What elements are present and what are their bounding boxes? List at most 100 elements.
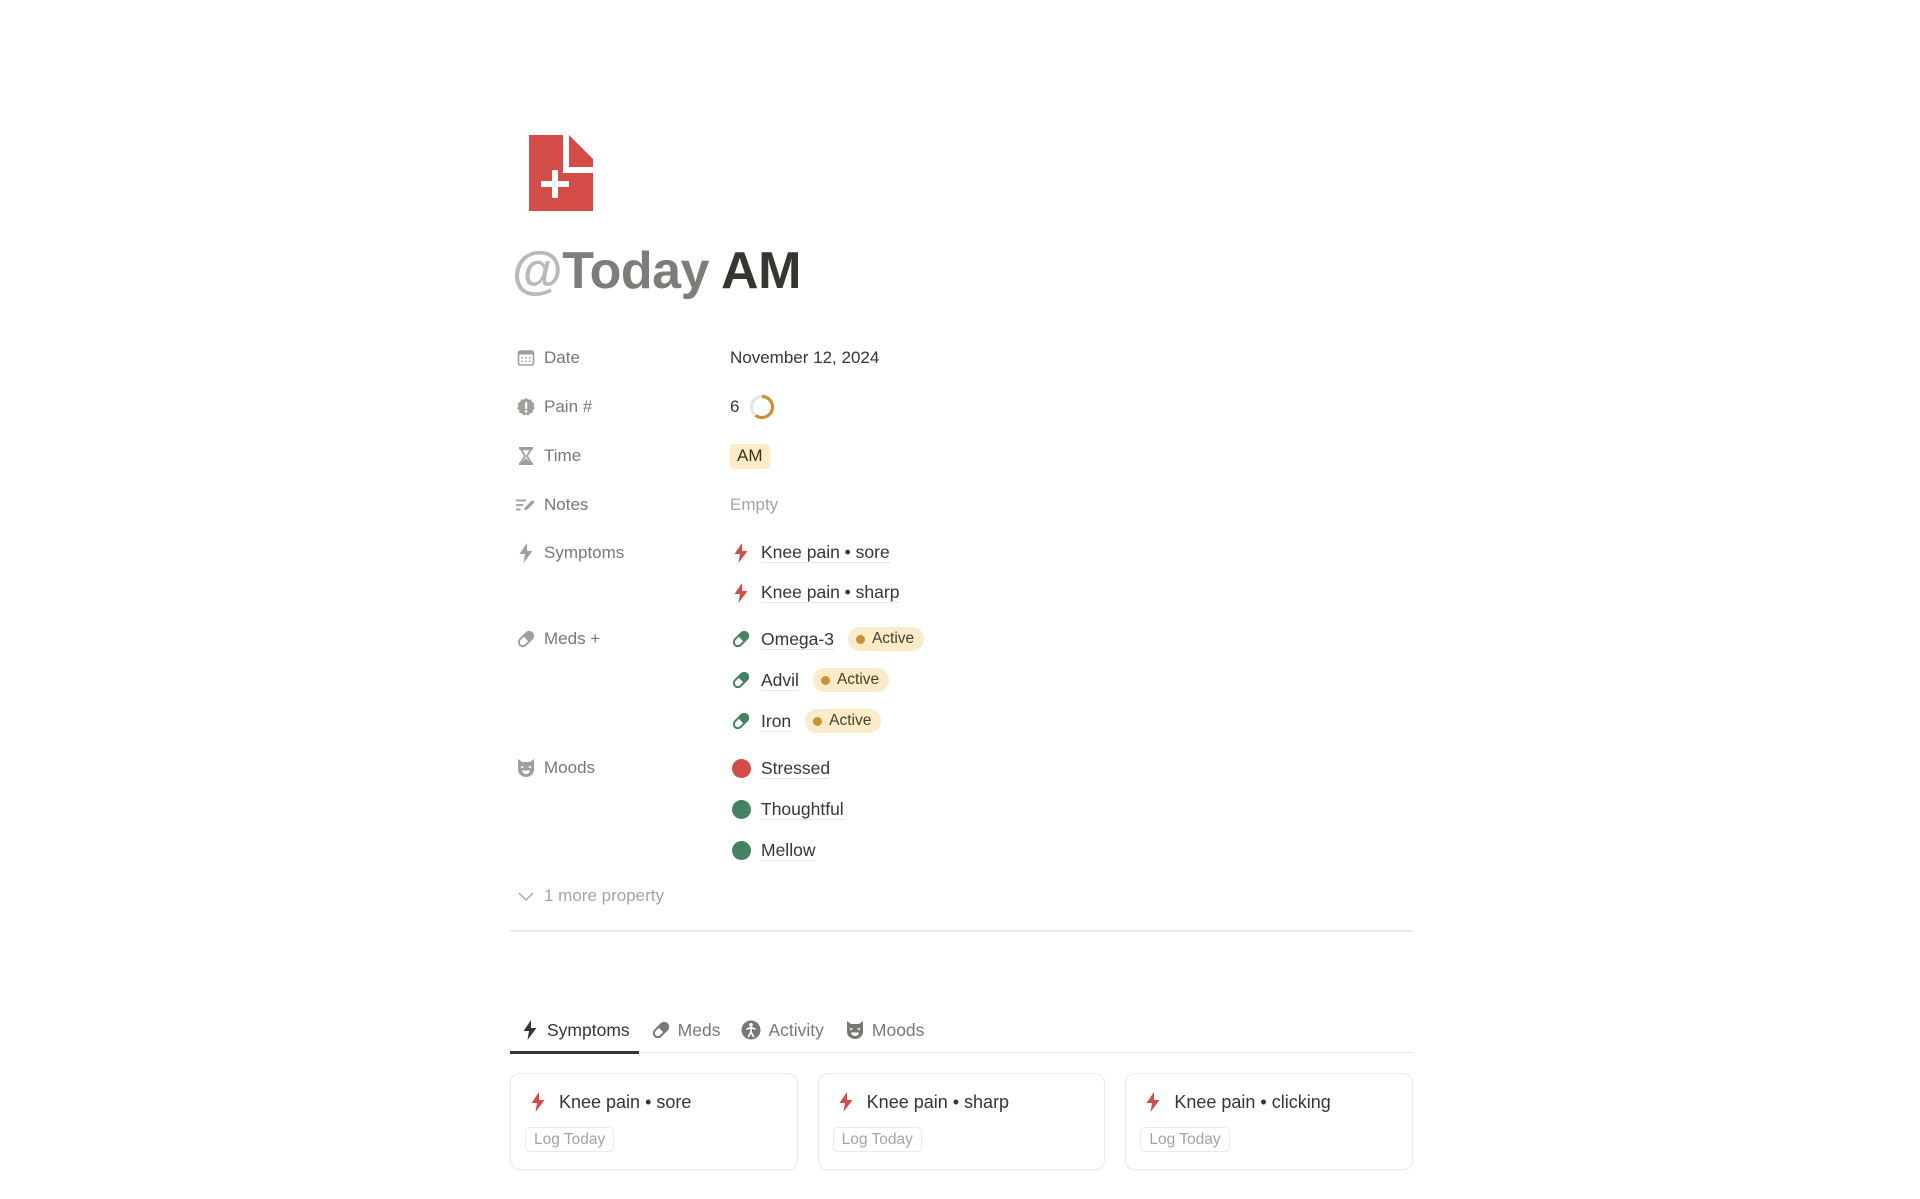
- med-item[interactable]: Omega-3 Active: [730, 619, 925, 660]
- tab-label: Meds: [677, 1019, 721, 1040]
- pill-icon: [730, 628, 752, 650]
- status-text: Active: [871, 630, 915, 647]
- status-text: Active: [829, 712, 872, 729]
- mention-symbol: @: [512, 242, 563, 300]
- properties: Date November 12, 2024 Pain # 6 Time AM …: [510, 334, 1413, 919]
- property-label[interactable]: Meds +: [510, 616, 730, 662]
- tab-symptoms[interactable]: Symptoms: [510, 1008, 639, 1054]
- property-meds: Meds + Omega-3 Active Advil Active Iron …: [510, 616, 1413, 745]
- alert-badge-icon: [516, 397, 536, 417]
- log-today-button[interactable]: Log Today: [1140, 1127, 1230, 1152]
- notes-pen-icon: [516, 495, 536, 515]
- symptom-card[interactable]: Knee pain • sharp Log Today: [817, 1073, 1106, 1170]
- symptom-item[interactable]: Knee pain • sharp: [730, 573, 900, 613]
- property-label[interactable]: Time: [510, 432, 730, 481]
- symptom-name[interactable]: Knee pain • sore: [761, 542, 890, 563]
- pain-progress-ring: [750, 394, 775, 420]
- notes-value[interactable]: Empty: [730, 495, 778, 515]
- tab-moods[interactable]: Moods: [835, 1008, 934, 1052]
- view-tabs: Symptoms Meds Activity Moods: [510, 1008, 1413, 1054]
- mood-name[interactable]: Stressed: [761, 758, 831, 779]
- card-title-text: Knee pain • sharp: [866, 1091, 1010, 1112]
- lightning-icon: [1142, 1091, 1164, 1113]
- pill-icon: [730, 710, 752, 732]
- time-tag: AM: [730, 443, 770, 469]
- notes-empty-placeholder: Empty: [730, 495, 779, 514]
- status-badge: Active: [812, 668, 890, 692]
- property-label[interactable]: Notes: [510, 481, 730, 530]
- property-notes: Notes Empty: [510, 481, 1413, 530]
- mood-item[interactable]: Thoughtful: [730, 789, 844, 830]
- notes-label: Notes: [544, 495, 589, 514]
- pain-value-text: 6: [730, 397, 740, 416]
- property-label[interactable]: Moods: [510, 745, 730, 791]
- green-circle-icon: [731, 799, 751, 819]
- date-value-text: November 12, 2024: [730, 348, 880, 367]
- lightning-icon: [835, 1091, 857, 1113]
- status-text: Active: [836, 671, 880, 688]
- med-name[interactable]: Advil: [761, 670, 799, 691]
- time-value[interactable]: AM: [730, 443, 770, 469]
- property-time: Time AM: [510, 432, 1413, 481]
- red-circle-icon: [731, 758, 751, 778]
- status-dot: [855, 634, 865, 644]
- med-item[interactable]: Iron Active: [730, 701, 924, 742]
- chevron-down-icon: [516, 886, 536, 906]
- date-value[interactable]: November 12, 2024: [730, 348, 879, 368]
- card-title-text: Knee pain • clicking: [1174, 1091, 1331, 1112]
- tab-label: Moods: [871, 1019, 925, 1040]
- pill-icon: [651, 1020, 671, 1040]
- status-dot: [820, 675, 830, 685]
- symptom-card[interactable]: Knee pain • clicking Log Today: [1125, 1073, 1414, 1170]
- tab-activity[interactable]: Activity: [731, 1008, 832, 1052]
- mask-icon: [516, 758, 536, 778]
- green-circle-icon: [731, 840, 751, 860]
- title-text: AM: [709, 242, 801, 300]
- mood-item[interactable]: Stressed: [730, 748, 844, 789]
- symptoms-values: Knee pain • sore Knee pain • sharp: [730, 530, 900, 616]
- meds-label: Meds +: [544, 628, 601, 648]
- date-label: Date: [544, 348, 580, 367]
- tab-meds[interactable]: Meds: [641, 1008, 730, 1052]
- symptom-item[interactable]: Knee pain • sore: [730, 533, 899, 573]
- lightning-icon: [520, 1020, 540, 1040]
- log-today-button[interactable]: Log Today: [832, 1127, 922, 1152]
- property-symptoms: Symptoms Knee pain • sore Knee pain • sh…: [510, 530, 1413, 616]
- mood-item[interactable]: Mellow: [730, 830, 844, 871]
- property-label[interactable]: Date: [510, 334, 730, 383]
- date-mention[interactable]: Today: [562, 242, 709, 300]
- meds-values: Omega-3 Active Advil Active Iron Active: [730, 616, 925, 745]
- property-date: Date November 12, 2024: [510, 334, 1413, 383]
- pain-value[interactable]: 6: [730, 394, 775, 420]
- mood-name[interactable]: Mellow: [761, 840, 816, 861]
- property-pain: Pain # 6: [510, 383, 1413, 432]
- symptoms-label: Symptoms: [544, 542, 625, 562]
- status-dot: [813, 716, 823, 726]
- pain-label: Pain #: [544, 397, 593, 416]
- page-icon[interactable]: [529, 135, 593, 211]
- mask-icon: [845, 1020, 865, 1040]
- log-today-button[interactable]: Log Today: [525, 1127, 615, 1152]
- more-properties-toggle[interactable]: 1 more property: [510, 874, 1413, 919]
- symptom-cards: Knee pain • sore Log Today Knee pain • s…: [510, 1073, 1414, 1170]
- card-title: Knee pain • sore: [525, 1088, 783, 1116]
- status-badge: Active: [805, 709, 882, 733]
- hourglass-icon: [516, 446, 536, 466]
- med-name[interactable]: Omega-3: [761, 629, 834, 650]
- card-title: Knee pain • clicking: [1140, 1088, 1398, 1116]
- moods-label: Moods: [544, 757, 596, 777]
- pill-icon: [516, 629, 536, 649]
- tab-label: Activity: [768, 1019, 824, 1040]
- card-title: Knee pain • sharp: [833, 1088, 1091, 1116]
- divider: [510, 930, 1413, 932]
- symptom-card[interactable]: Knee pain • sore Log Today: [510, 1073, 798, 1170]
- mood-name[interactable]: Thoughtful: [761, 799, 844, 820]
- property-label[interactable]: Pain #: [510, 383, 730, 432]
- symptom-name[interactable]: Knee pain • sharp: [761, 582, 900, 603]
- tab-label: Symptoms: [547, 1019, 630, 1040]
- med-item[interactable]: Advil Active: [730, 660, 924, 701]
- moods-values: Stressed Thoughtful Mellow: [730, 745, 844, 874]
- property-label[interactable]: Symptoms: [510, 530, 730, 576]
- med-name[interactable]: Iron: [761, 711, 792, 732]
- page-title[interactable]: @Today AM: [512, 238, 801, 304]
